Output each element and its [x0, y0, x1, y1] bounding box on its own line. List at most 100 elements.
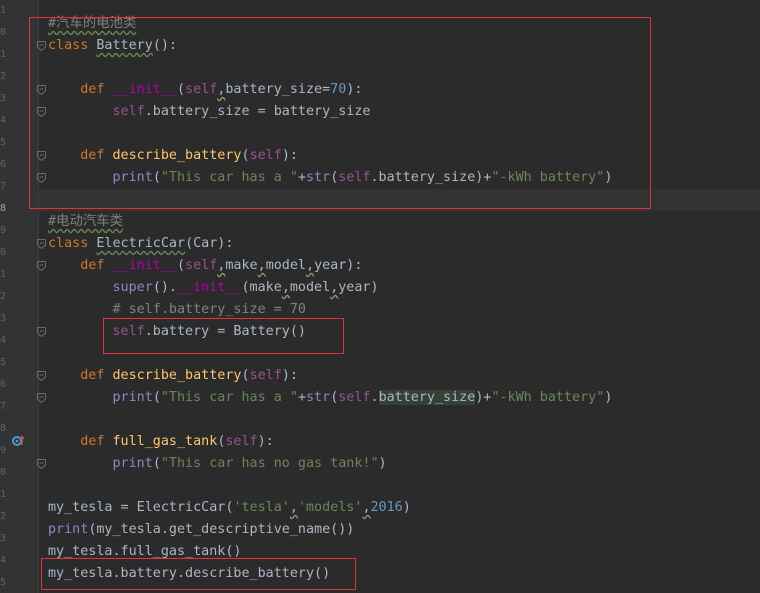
line-number: 0 — [0, 27, 6, 38]
code-token: my_tesla = ElectricCar( — [48, 500, 234, 515]
line-number: 5 — [0, 357, 6, 368]
code-token: year) — [338, 280, 379, 295]
code-token: "This car has a " — [160, 390, 298, 405]
code-token: model — [289, 280, 331, 295]
override-method-icon[interactable] — [12, 435, 26, 451]
code-token: ( — [177, 258, 186, 273]
code-token: ( — [152, 456, 161, 471]
code-token: "-kWh battery" — [491, 390, 605, 405]
line-number: 5 — [0, 577, 6, 588]
code-token: 'tesla' — [233, 500, 290, 515]
code-token: (my_tesla.get_descriptive_name()) — [88, 522, 355, 537]
code-token: ( — [152, 390, 161, 405]
code-token: battery_size — [378, 390, 476, 405]
code-token: (make — [241, 280, 282, 295]
line-number: 4 — [0, 115, 6, 126]
line-number: 6 — [0, 159, 6, 170]
code-token: def — [80, 258, 113, 273]
code-token: , — [257, 258, 266, 273]
code-token: __init__ — [177, 280, 242, 295]
line-number: 2 — [0, 511, 6, 522]
line-number: 2 — [0, 71, 6, 82]
line-number: 2 — [0, 291, 6, 302]
line-number: 3 — [0, 93, 6, 104]
code-token: self — [249, 368, 282, 383]
annotation-box-describe-call — [41, 558, 356, 590]
code-token: str — [306, 390, 331, 405]
line-number: 8 — [0, 203, 6, 214]
line-number: 7 — [0, 181, 6, 192]
fold-marker-icon[interactable] — [37, 371, 46, 381]
code-token: )+ — [475, 390, 492, 405]
code-token: def — [80, 434, 113, 449]
code-line[interactable]: class ElectricCar(Car): — [48, 233, 233, 255]
line-number: 3 — [0, 533, 6, 544]
code-line[interactable]: def __init__(self,make,model,year): — [48, 255, 362, 277]
code-token: ) — [402, 500, 411, 515]
line-number: 4 — [0, 555, 6, 566]
code-token: (). — [152, 280, 177, 295]
code-token: "This car has no gas tank!" — [160, 456, 379, 471]
code-token: 2016 — [370, 500, 403, 515]
code-token: ) — [378, 456, 387, 471]
code-token: (Car): — [185, 236, 234, 251]
line-number: 0 — [0, 467, 6, 478]
code-token: super — [112, 280, 153, 295]
fold-marker-icon[interactable] — [37, 261, 46, 271]
line-number: 1 — [0, 269, 6, 280]
code-token: . — [370, 390, 379, 405]
code-line[interactable]: def full_gas_tank(self): — [48, 431, 274, 453]
line-number: 3 — [0, 313, 6, 324]
code-line[interactable]: my_tesla = ElectricCar('tesla','models',… — [48, 497, 411, 519]
code-token: , — [306, 258, 315, 273]
code-token: ElectricCar — [96, 236, 186, 251]
line-number: 4 — [0, 335, 6, 346]
code-token: self — [338, 390, 371, 405]
code-token: model — [265, 258, 306, 273]
code-token: self — [185, 258, 218, 273]
line-number: 1 — [0, 489, 6, 500]
code-token: 'models' — [297, 500, 363, 515]
code-token: , — [289, 500, 298, 515]
line-number: 1 — [0, 49, 6, 60]
code-token: # self.battery_size = 70 — [112, 302, 306, 317]
fold-marker-icon[interactable] — [37, 239, 46, 249]
code-token: print — [112, 456, 153, 471]
annotation-box-battery-class — [29, 17, 651, 209]
code-token: print — [48, 522, 89, 537]
line-number: 1 — [0, 5, 6, 16]
code-token: self — [225, 434, 258, 449]
code-token: , — [281, 280, 290, 295]
code-token: ): — [281, 368, 298, 383]
code-token: ( — [241, 368, 250, 383]
line-number: 0 — [0, 247, 6, 258]
code-line[interactable]: def describe_battery(self): — [48, 365, 298, 387]
code-token: , — [362, 500, 371, 515]
fold-marker-icon[interactable] — [37, 459, 46, 469]
code-line[interactable]: print("This car has no gas tank!") — [48, 453, 387, 475]
code-line[interactable]: super().__init__(make,model,year) — [48, 277, 379, 299]
code-token: #电动汽车类 — [48, 214, 124, 229]
code-token: describe_battery — [112, 368, 242, 383]
line-number: 6 — [0, 379, 6, 390]
code-line[interactable]: print("This car has a "+str(self.battery… — [48, 387, 612, 409]
line-number: 7 — [0, 401, 6, 412]
line-number: 5 — [0, 137, 6, 148]
code-token: full_gas_tank — [112, 434, 218, 449]
code-token: ) — [604, 390, 613, 405]
fold-marker-icon[interactable] — [37, 393, 46, 403]
code-token: + — [297, 390, 306, 405]
code-line[interactable]: print(my_tesla.get_descriptive_name()) — [48, 519, 354, 541]
code-line[interactable]: #电动汽车类 — [48, 211, 123, 233]
fold-marker-icon[interactable] — [37, 327, 46, 337]
code-token: __init__ — [112, 258, 178, 273]
line-number: 8 — [0, 423, 6, 434]
line-number: 9 — [0, 225, 6, 236]
